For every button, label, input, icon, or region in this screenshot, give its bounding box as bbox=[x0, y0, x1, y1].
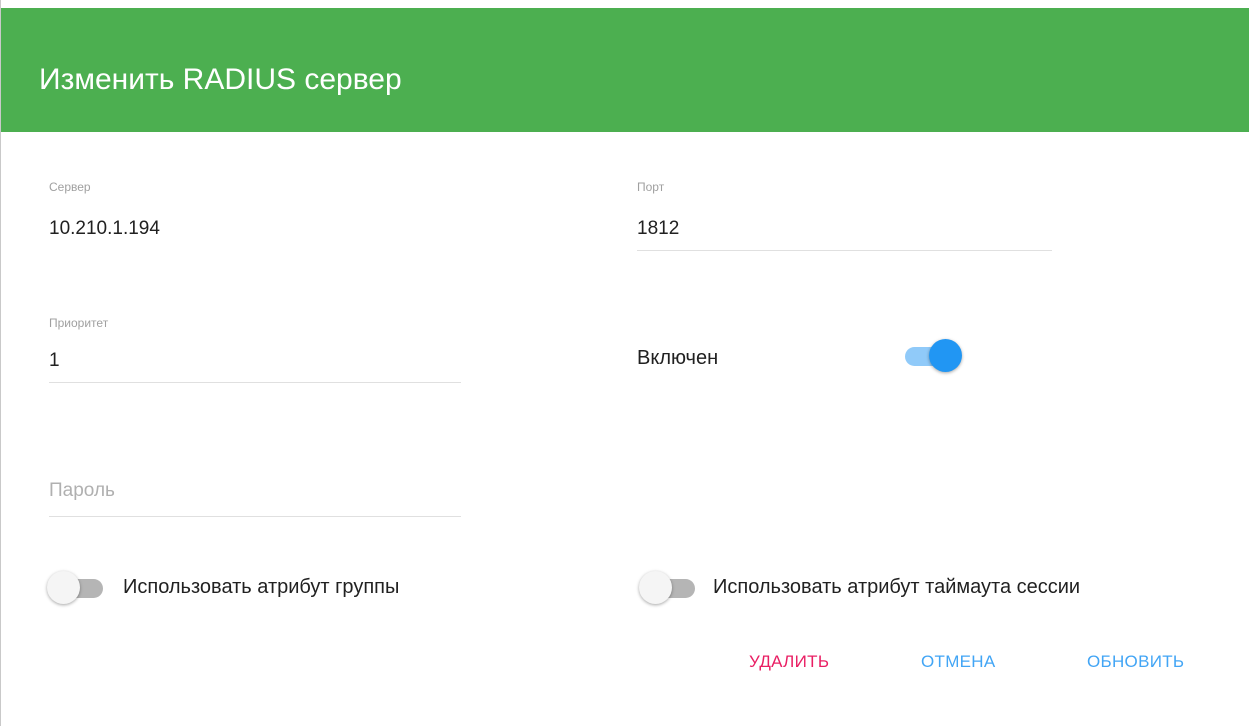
delete-button[interactable]: УДАЛИТЬ bbox=[743, 648, 835, 676]
priority-input[interactable]: 1 bbox=[49, 350, 60, 372]
server-field[interactable]: Сервер 10.210.1.194 bbox=[49, 180, 459, 250]
port-underline bbox=[637, 250, 1052, 251]
session-timeout-attribute-toggle-thumb bbox=[639, 571, 672, 604]
group-attribute-label: Использовать атрибут группы bbox=[123, 576, 400, 598]
dialog-title: Изменить RADIUS сервер bbox=[39, 63, 402, 96]
port-input[interactable]: 1812 bbox=[637, 218, 679, 240]
password-field[interactable]: Пароль bbox=[49, 476, 461, 520]
password-input[interactable]: Пароль bbox=[49, 480, 115, 502]
priority-label: Приоритет bbox=[49, 316, 109, 330]
enabled-label: Включен bbox=[637, 347, 719, 369]
server-input[interactable]: 10.210.1.194 bbox=[49, 218, 160, 240]
enabled-toggle[interactable] bbox=[905, 339, 965, 373]
port-field[interactable]: Порт 1812 bbox=[637, 180, 1052, 252]
update-button[interactable]: ОБНОВИТЬ bbox=[1081, 648, 1190, 676]
enabled-toggle-thumb bbox=[929, 339, 962, 372]
group-attribute-toggle-thumb bbox=[47, 571, 80, 604]
session-timeout-attribute-label: Использовать атрибут таймаута сессии bbox=[713, 576, 1081, 598]
server-label: Сервер bbox=[49, 180, 91, 194]
priority-field[interactable]: Приоритет 1 bbox=[49, 316, 461, 386]
priority-underline bbox=[49, 382, 461, 383]
session-timeout-attribute-toggle[interactable] bbox=[639, 571, 703, 605]
password-underline bbox=[49, 516, 461, 517]
cancel-button[interactable]: ОТМЕНА bbox=[915, 648, 1002, 676]
edit-radius-server-dialog: Изменить RADIUS сервер Сервер 10.210.1.1… bbox=[0, 0, 1249, 726]
group-attribute-toggle[interactable] bbox=[47, 571, 111, 605]
port-label: Порт bbox=[637, 180, 665, 194]
dialog-header: Изменить RADIUS сервер bbox=[1, 8, 1249, 132]
